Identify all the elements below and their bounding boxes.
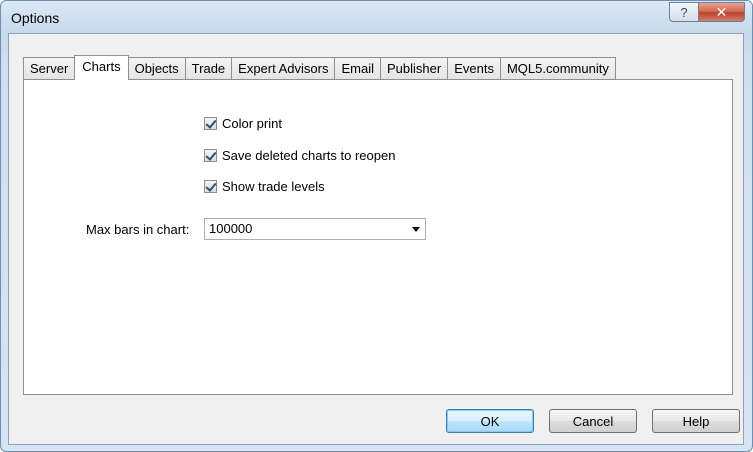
help-button[interactable]: Help [652, 409, 740, 433]
tab-trade[interactable]: Trade [184, 57, 233, 79]
charts-tab-panel: Color print Save deleted charts to reope… [23, 79, 733, 395]
max-bars-select[interactable]: 100000 [204, 218, 426, 240]
tab-strip: Server Charts Objects Trade Expert Advis… [23, 55, 616, 80]
max-bars-value: 100000 [209, 221, 253, 236]
tab-server[interactable]: Server [23, 57, 76, 79]
tab-publisher[interactable]: Publisher [380, 57, 449, 79]
tab-email[interactable]: Email [334, 57, 381, 79]
close-icon: ✕ [715, 3, 728, 20]
cancel-button[interactable]: Cancel [549, 409, 637, 433]
save-deleted-charts-option[interactable]: Save deleted charts to reopen [204, 148, 395, 163]
tab-charts[interactable]: Charts [74, 55, 129, 80]
color-print-option[interactable]: Color print [204, 116, 282, 131]
color-print-label: Color print [222, 116, 282, 131]
ok-button[interactable]: OK [446, 409, 534, 433]
close-button[interactable]: ✕ [698, 2, 745, 22]
help-question-icon: ? [680, 4, 688, 20]
help-question-button[interactable]: ? [669, 2, 699, 22]
options-dialog: Options ? ✕ Server Charts Objects Trade … [0, 0, 753, 452]
save-deleted-charts-label: Save deleted charts to reopen [222, 148, 396, 163]
window-title: Options [11, 10, 60, 26]
tab-objects[interactable]: Objects [127, 57, 186, 79]
chevron-down-icon[interactable] [412, 227, 420, 232]
tab-events[interactable]: Events [447, 57, 501, 79]
tab-mql5-community[interactable]: MQL5.community [499, 57, 616, 79]
title-bar[interactable]: Options ? ✕ [1, 1, 752, 31]
save-deleted-charts-checkbox[interactable] [204, 149, 217, 162]
show-trade-levels-checkbox[interactable] [204, 180, 217, 193]
show-trade-levels-option[interactable]: Show trade levels [204, 179, 325, 194]
show-trade-levels-label: Show trade levels [222, 179, 325, 194]
color-print-checkbox[interactable] [204, 117, 217, 130]
max-bars-label: Max bars in chart: [86, 222, 190, 237]
tab-expert-advisors[interactable]: Expert Advisors [231, 57, 336, 79]
